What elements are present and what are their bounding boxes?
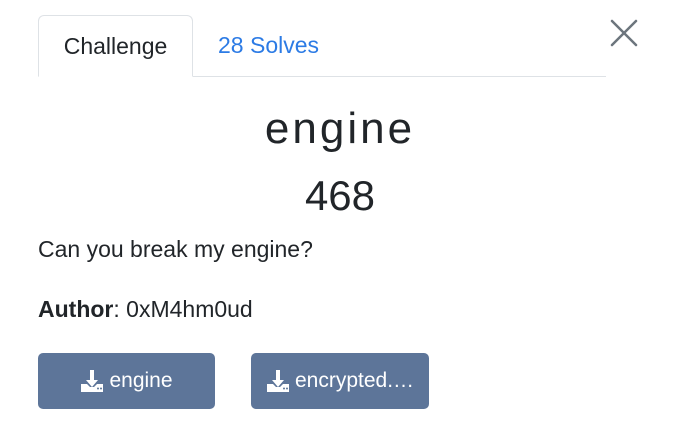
tab-solves[interactable]: 28 Solves (193, 15, 344, 76)
download-engine-label: engine (109, 369, 173, 392)
tab-challenge-label: Challenge (63, 32, 168, 59)
author-separator: : (113, 296, 127, 322)
challenge-description: Can you break my engine? (38, 236, 313, 262)
close-button[interactable] (610, 19, 638, 47)
download-icon (81, 370, 104, 392)
download-encrypted-button[interactable]: encrypted.… (251, 353, 429, 409)
challenge-modal: Challenge 28 Solves engine 468 Can you b… (0, 0, 688, 424)
download-icon (266, 370, 289, 392)
close-icon (610, 19, 638, 47)
download-encrypted-label: encrypted.… (294, 369, 415, 392)
download-engine-button[interactable]: engine (38, 353, 215, 409)
tab-solves-label: 28 Solves (218, 32, 320, 58)
tab-bar: Challenge 28 Solves (38, 15, 606, 77)
author-label: Author (38, 296, 114, 322)
author-line: Author: 0xM4hm0ud (38, 296, 253, 323)
author-name: 0xM4hm0ud (126, 296, 253, 322)
tab-challenge[interactable]: Challenge (38, 15, 193, 77)
challenge-points: 468 (304, 172, 376, 219)
challenge-name: engine (264, 104, 416, 153)
